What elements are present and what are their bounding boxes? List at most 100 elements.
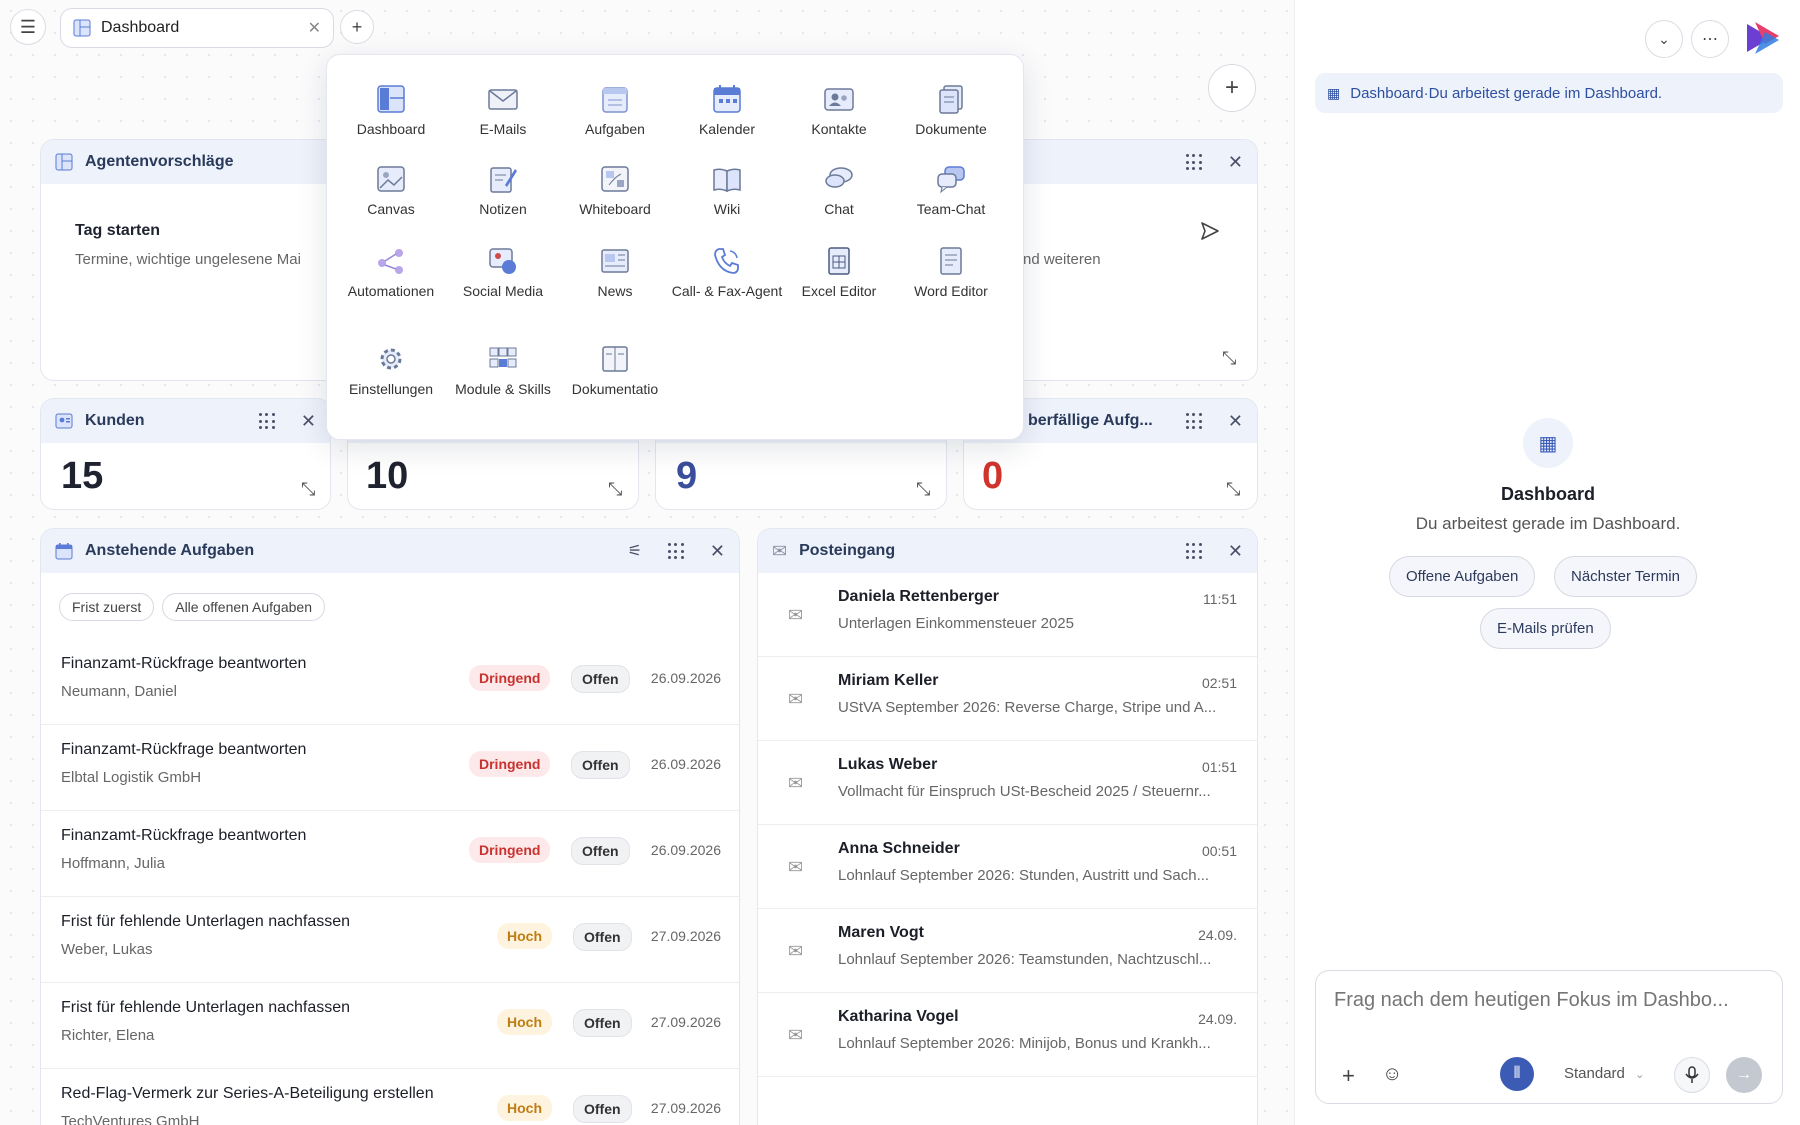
plus-icon: + (1224, 74, 1239, 101)
close-icon[interactable]: ✕ (1228, 542, 1243, 560)
voice-mode-button[interactable]: ⦀ (1500, 1057, 1534, 1091)
mail-row[interactable]: ✉ Lukas Weber Vollmacht für Einspruch US… (758, 741, 1257, 825)
menu-button[interactable]: ☰ (10, 9, 46, 45)
more-button[interactable]: ⋯ (1691, 20, 1729, 58)
mail-row[interactable]: ✉ Miriam Keller UStVA September 2026: Re… (758, 657, 1257, 741)
expand-icon[interactable]: ⤡ (1226, 479, 1240, 500)
new-tab-button[interactable]: + (340, 10, 374, 44)
suggestion-check-emails[interactable]: E-Mails prüfen (1480, 608, 1611, 649)
mail-row[interactable]: ✉ Katharina Vogel Lohnlauf September 202… (758, 993, 1257, 1077)
task-row[interactable]: Finanzamt-Rückfrage beantworten Neumann,… (41, 639, 739, 725)
widget-title: Kunden (85, 412, 145, 429)
expand-icon[interactable]: ⤡ (916, 479, 930, 500)
app-automations[interactable]: Automationen (335, 245, 447, 300)
hamburger-icon: ☰ (19, 16, 37, 37)
news-icon (601, 249, 629, 273)
app-excel-editor[interactable]: Excel Editor (783, 245, 895, 300)
emoji-icon[interactable]: ☺ (1382, 1063, 1402, 1086)
attach-plus-icon[interactable]: + (1342, 1063, 1355, 1089)
app-team-chat[interactable]: Team-Chat (895, 163, 1007, 218)
microphone-button[interactable] (1674, 1057, 1710, 1093)
drag-handle-icon[interactable] (258, 413, 275, 429)
app-chat[interactable]: Chat (783, 163, 895, 218)
expand-icon[interactable]: ⤡ (1222, 348, 1236, 369)
inbox-widget: ✉ Posteingang ✕ ✉ Daniela Rettenberger U… (757, 528, 1258, 1125)
drag-handle-icon[interactable] (1185, 413, 1202, 429)
task-row[interactable]: Finanzamt-Rückfrage beantworten Elbtal L… (41, 725, 739, 811)
context-text: Du arbeitest gerade im Dashboard. (1428, 84, 1663, 102)
app-label: Wiki (713, 201, 741, 217)
app-canvas[interactable]: Canvas (335, 163, 447, 218)
app-label: News (597, 283, 633, 299)
send-button[interactable]: → (1726, 1057, 1762, 1093)
app-word-editor[interactable]: Word Editor (895, 245, 1007, 300)
social-media-icon (489, 248, 516, 274)
task-date: 26.09.2026 (650, 670, 721, 686)
mail-row[interactable]: ✉ Anna Schneider Lohnlauf September 2026… (758, 825, 1257, 909)
mail-row[interactable]: ✉ Maren Vogt Lohnlauf September 2026: Te… (758, 909, 1257, 993)
mail-time: 02:51 (1201, 675, 1237, 691)
app-label: Team-Chat (916, 201, 986, 217)
app-documents[interactable]: Dokumente (895, 83, 1007, 138)
app-news[interactable]: News (559, 245, 671, 300)
chat-input[interactable] (1334, 989, 1764, 1012)
expand-icon[interactable]: ⤡ (301, 479, 315, 500)
mail-subject: Lohnlauf September 2026: Minijob, Bonus … (838, 1035, 1211, 1052)
suggestion-open-tasks[interactable]: Offene Aufgaben (1389, 556, 1536, 597)
app-tasks[interactable]: Aufgaben (559, 83, 671, 138)
app-call-fax-agent[interactable]: Call- & Fax-Agent (671, 245, 783, 300)
notes-icon (490, 167, 517, 193)
filter-chip-deadline[interactable]: Frist zuerst (59, 593, 155, 621)
card-text: Termine, wichtige ungelesene Mai (75, 251, 301, 268)
close-icon[interactable]: ✕ (1228, 412, 1243, 430)
app-settings[interactable]: Einstellungen (335, 343, 447, 398)
send-icon[interactable] (1199, 220, 1221, 242)
status-badge: Offen (571, 751, 630, 779)
suggestion-next-appointment[interactable]: Nächster Termin (1554, 556, 1697, 597)
app-notes[interactable]: Notizen (447, 163, 559, 218)
mail-from: Lukas Weber (838, 756, 938, 773)
close-icon[interactable]: ✕ (1228, 153, 1243, 171)
app-social-media[interactable]: Social Media (447, 245, 559, 300)
app-label: Module & Skills (455, 381, 551, 397)
close-icon[interactable]: ✕ (301, 412, 316, 430)
app-documentation[interactable]: Dokumentatio (559, 343, 671, 398)
close-icon[interactable]: ✕ (710, 542, 725, 560)
envelope-icon: ✉ (788, 941, 804, 961)
task-client: TechVentures GmbH (61, 1113, 200, 1125)
widget-header: ✉ Posteingang ✕ (758, 529, 1257, 573)
task-row[interactable]: Frist für fehlende Unterlagen nachfassen… (41, 897, 739, 983)
app-contacts[interactable]: Kontakte (783, 83, 895, 138)
app-emails[interactable]: E-Mails (447, 83, 559, 138)
status-badge: Offen (571, 837, 630, 865)
task-row[interactable]: Red-Flag-Vermerk zur Series-A-Beteiligun… (41, 1069, 739, 1125)
mail-icon (488, 89, 518, 110)
add-widget-button[interactable]: + (1208, 64, 1256, 112)
task-title: Red-Flag-Vermerk zur Series-A-Beteiligun… (61, 1085, 434, 1102)
app-calendar[interactable]: Kalender (671, 83, 783, 138)
envelope-icon: ✉ (788, 689, 804, 709)
task-row[interactable]: Frist für fehlende Unterlagen nachfassen… (41, 983, 739, 1069)
drag-handle-icon[interactable] (1185, 543, 1202, 559)
mail-from: Daniela Rettenberger (838, 588, 999, 605)
drag-handle-icon[interactable] (667, 543, 684, 559)
app-whiteboard[interactable]: Whiteboard (559, 163, 671, 218)
tab-dashboard[interactable]: Dashboard ✕ (60, 8, 334, 48)
app-wiki[interactable]: Wiki (671, 163, 783, 218)
mode-select[interactable]: Standard ⌄ (1564, 1065, 1644, 1082)
context-label: Dashboard (1350, 84, 1424, 102)
arrow-right-icon: → (1736, 1066, 1752, 1083)
filter-chip-all-open[interactable]: Alle offenen Aufgaben (162, 593, 325, 621)
mail-row[interactable]: ✉ Daniela Rettenberger Unterlagen Einkom… (758, 573, 1257, 657)
drag-handle-icon[interactable] (1185, 154, 1202, 170)
app-modules-skills[interactable]: Module & Skills (447, 343, 559, 398)
app-label: Dashboard (356, 121, 426, 137)
mail-from: Anna Schneider (838, 840, 960, 857)
filter-sliders-icon[interactable]: ⚟ (628, 541, 642, 561)
expand-icon[interactable]: ⤡ (608, 479, 622, 500)
collapse-button[interactable]: ⌄ (1645, 20, 1683, 58)
task-row[interactable]: Finanzamt-Rückfrage beantworten Hoffmann… (41, 811, 739, 897)
app-dashboard[interactable]: Dashboard (335, 83, 447, 138)
close-tab-icon[interactable]: ✕ (308, 18, 321, 38)
upcoming-tasks-widget: Anstehende Aufgaben ⚟ ✕ Frist zuerst Alle… (40, 528, 740, 1125)
